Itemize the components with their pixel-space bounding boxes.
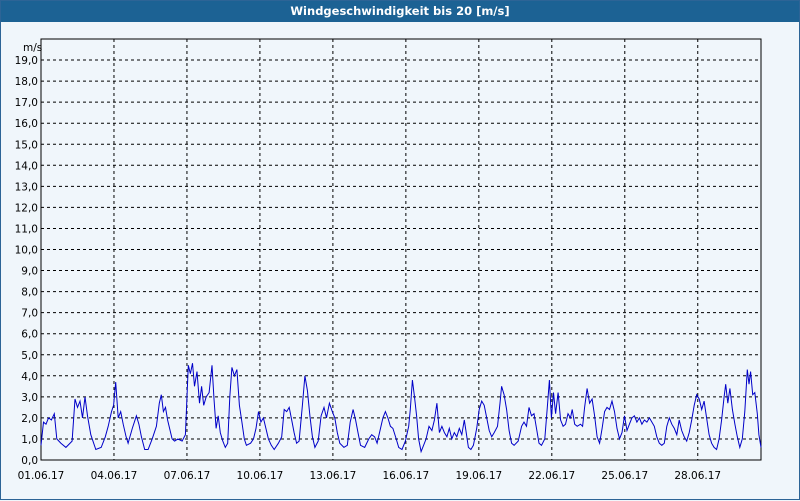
y-tick-label: 19,0 (15, 55, 38, 67)
x-tick-label: 13.06.17 (310, 470, 357, 482)
y-tick-label: 15,0 (15, 139, 38, 151)
x-axis-ticks: 01.06.17 04.06.17 07.06.17 10.06.17 13.06.17… (18, 470, 722, 482)
y-tick-label: 13,0 (15, 181, 38, 193)
y-tick-label: 5,0 (21, 350, 38, 362)
x-tick-label: 28.06.17 (674, 470, 721, 482)
chart-window: Windgeschwindigkeit bis 20 [m/s] m/s 0,0… (0, 0, 800, 500)
y-tick-label: 11,0 (15, 223, 38, 235)
grid-lines (41, 39, 761, 460)
y-tick-label: 18,0 (15, 76, 38, 88)
y-tick-label: 8,0 (21, 287, 38, 299)
x-tick-label: 25.06.17 (601, 470, 648, 482)
y-tick-label: 9,0 (21, 266, 38, 278)
y-tick-label: 17,0 (15, 97, 38, 109)
y-tick-label: 6,0 (21, 329, 38, 341)
series-line-wind-speed (40, 363, 762, 454)
y-tick-label: 3,0 (21, 392, 38, 404)
y-tick-label: 1,0 (21, 434, 38, 446)
x-tick-label: 01.06.17 (18, 470, 65, 482)
y-axis-ticks: 0,0 1,0 2,0 3,0 4,0 5,0 6,0 7,0 8,0 9,0 10,0 11,0 12… (15, 55, 38, 467)
line-chart: m/s 0,0 1,0 2,0 3,0 4,0 5,0 6,0 7,0 8,0 9,0 10,0 11… (15, 38, 762, 482)
x-tick-label: 16.06.17 (382, 470, 429, 482)
x-tick-label: 22.06.17 (528, 470, 575, 482)
y-tick-label: 12,0 (15, 202, 38, 214)
x-tick-label: 10.06.17 (237, 470, 284, 482)
y-tick-label: 10,0 (15, 245, 38, 257)
y-axis-label: m/s (23, 42, 42, 54)
y-tick-label: 14,0 (15, 160, 38, 172)
x-tick-label: 07.06.17 (164, 470, 211, 482)
x-tick-label: 04.06.17 (91, 470, 138, 482)
y-tick-label: 16,0 (15, 118, 38, 130)
x-tick-label: 19.06.17 (455, 470, 502, 482)
y-tick-label: 0,0 (21, 455, 38, 467)
y-tick-label: 7,0 (21, 308, 38, 320)
y-tick-label: 4,0 (21, 371, 38, 383)
y-tick-label: 2,0 (21, 413, 38, 425)
